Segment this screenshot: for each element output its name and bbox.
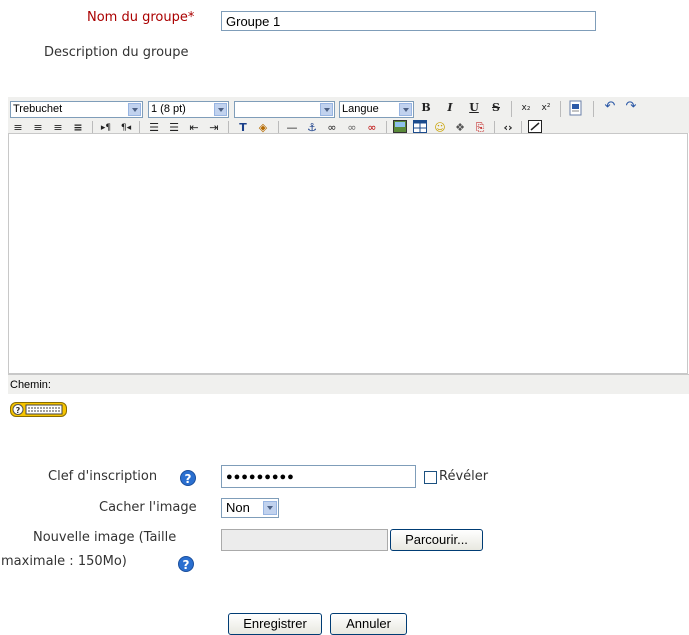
hide-picture-select[interactable]: Non: [221, 498, 279, 518]
size-select[interactable]: 1 (8 pt): [148, 101, 229, 118]
superscript-icon[interactable]: x²: [538, 100, 554, 116]
enrolment-key-input[interactable]: [221, 465, 416, 488]
group-name-label: Nom du groupe*: [87, 10, 194, 25]
language-select[interactable]: Langue: [339, 101, 414, 118]
font-select[interactable]: Trebuchet: [10, 101, 143, 118]
toolbar-divider: [560, 101, 561, 117]
subscript-icon[interactable]: x₂: [518, 100, 534, 116]
hide-picture-value: Non: [226, 500, 250, 515]
reveal-label: Révéler: [439, 469, 489, 484]
description-editor-area[interactable]: [8, 133, 688, 374]
language-select-value: Langue: [342, 103, 379, 115]
underline-icon[interactable]: U: [466, 100, 482, 116]
undo-icon[interactable]: ↶: [602, 99, 618, 115]
editor-toolbar-row1: Trebuchet 1 (8 pt) Langue B I U S x₂ x² …: [8, 97, 689, 121]
required-mark: *: [187, 10, 195, 25]
chevron-down-icon: [263, 501, 277, 515]
cancel-button[interactable]: Annuler: [330, 613, 407, 635]
svg-text:?: ?: [16, 406, 21, 415]
save-button[interactable]: Enregistrer: [228, 613, 322, 635]
enrolment-key-label: Clef d'inscription: [48, 469, 158, 484]
reveal-checkbox[interactable]: [424, 471, 437, 484]
help-icon[interactable]: ?: [180, 470, 196, 486]
format-select[interactable]: [234, 101, 335, 118]
browse-button[interactable]: Parcourir...: [390, 529, 483, 551]
paste-word-icon[interactable]: [568, 100, 584, 116]
help-icon[interactable]: ?: [178, 556, 194, 572]
toolbar-divider: [511, 101, 512, 117]
editor-path-bar: Chemin:: [8, 374, 689, 394]
file-path-input[interactable]: [221, 529, 388, 551]
chevron-down-icon: [320, 103, 333, 116]
new-picture-label-line1: Nouvelle image (Taille: [33, 530, 177, 545]
chevron-down-icon: [214, 103, 227, 116]
group-name-input[interactable]: [221, 11, 596, 31]
group-name-label-text: Nom du groupe: [87, 10, 188, 25]
chevron-down-icon: [399, 103, 412, 116]
path-label: Chemin:: [10, 379, 51, 391]
redo-icon[interactable]: ↷: [623, 99, 639, 115]
size-select-value: 1 (8 pt): [151, 103, 186, 115]
chevron-down-icon: [128, 103, 141, 116]
description-label: Description du groupe: [44, 45, 189, 60]
italic-icon[interactable]: I: [442, 100, 458, 116]
new-picture-label-line2: maximale : 150Mo): [1, 554, 127, 569]
font-select-value: Trebuchet: [13, 103, 63, 115]
strikethrough-icon[interactable]: S: [488, 100, 504, 116]
toolbar-divider: [593, 101, 594, 117]
hide-picture-label: Cacher l'image: [99, 500, 197, 515]
bold-icon[interactable]: B: [418, 100, 434, 116]
keyboard-help-icon[interactable]: ?: [10, 402, 67, 417]
